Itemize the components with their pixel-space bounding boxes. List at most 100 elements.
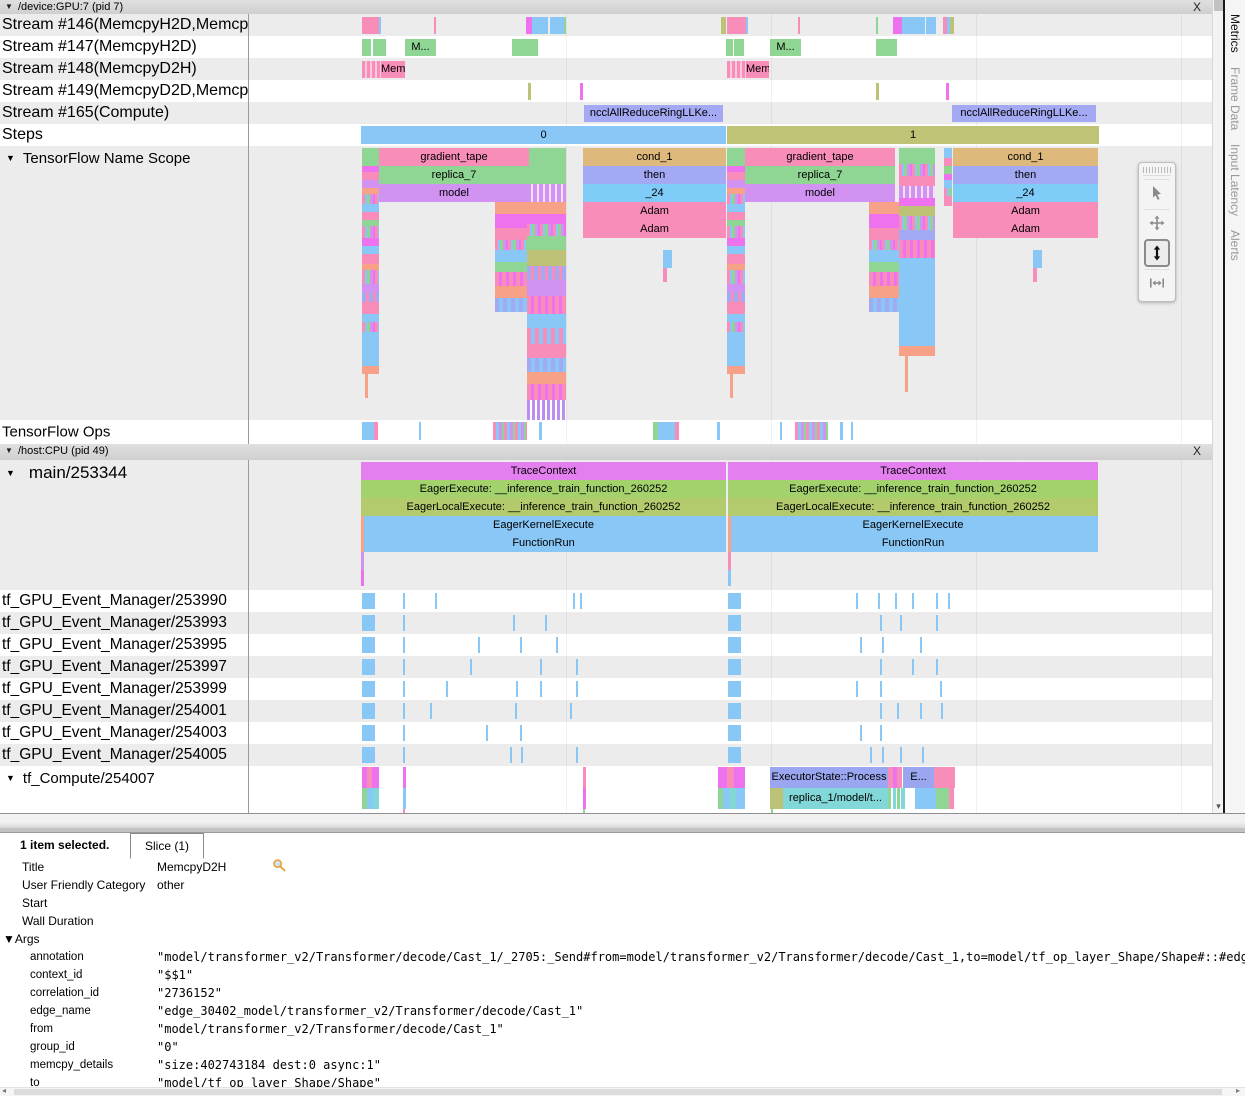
collapse-arrow-icon[interactable]: ▼: [6, 153, 15, 163]
trace-event[interactable]: [527, 344, 566, 358]
trace-event[interactable]: [540, 681, 542, 697]
trace-event[interactable]: [362, 194, 379, 204]
trace-event[interactable]: [403, 681, 405, 697]
trace-event[interactable]: [734, 767, 745, 788]
trace-event[interactable]: [576, 747, 578, 763]
trace-event[interactable]: [516, 681, 518, 697]
trace-event[interactable]: [663, 268, 667, 282]
palette-grip-handle[interactable]: [1143, 166, 1171, 176]
trace-event[interactable]: [729, 788, 736, 809]
trace-event-adam[interactable]: Adam: [953, 202, 1098, 220]
scroll-left-icon[interactable]: ◂: [2, 1086, 6, 1095]
trace-event[interactable]: [521, 747, 523, 763]
trace-event[interactable]: [912, 659, 914, 675]
section-header-host-cpu-pid-49[interactable]: ▼/host:CPU (pid 49)X: [0, 444, 1212, 461]
trace-event-replica-1-model-t[interactable]: replica_1/model/t...: [783, 788, 888, 809]
args-collapse-header[interactable]: ▼Args: [0, 930, 1245, 948]
trace-event[interactable]: [379, 17, 381, 34]
trace-event[interactable]: [493, 422, 527, 440]
trace-event[interactable]: [362, 366, 379, 374]
trace-event[interactable]: [949, 788, 954, 809]
trace-event[interactable]: [403, 615, 405, 631]
trace-event[interactable]: [527, 384, 566, 400]
trace-event[interactable]: [876, 83, 879, 100]
trace-event[interactable]: [435, 593, 437, 609]
trace-event-cond-1[interactable]: cond_1: [953, 148, 1098, 166]
trace-event[interactable]: [446, 681, 448, 697]
timeline-canvas[interactable]: ▼/device:GPU:7 (pid 7)XStream #146(Memcp…: [0, 0, 1212, 813]
trace-event[interactable]: [373, 788, 379, 809]
trace-event-tracecontext[interactable]: TraceContext: [361, 462, 726, 480]
tab-alerts[interactable]: Alerts: [1228, 230, 1242, 261]
trace-event-0[interactable]: 0: [361, 126, 726, 144]
trace-event[interactable]: [727, 284, 745, 292]
track-stream-146-memcpyh2d-memcp[interactable]: Stream #146(MemcpyH2D,Memcp: [0, 14, 1212, 36]
trace-event[interactable]: [527, 214, 566, 224]
trace-event[interactable]: [362, 681, 375, 697]
trace-event[interactable]: [372, 767, 379, 788]
trace-event[interactable]: [915, 788, 936, 809]
trace-event[interactable]: [728, 637, 741, 653]
trace-event[interactable]: [718, 767, 727, 788]
trace-event-e[interactable]: E...: [903, 767, 934, 788]
trace-event[interactable]: [362, 254, 379, 264]
trace-event[interactable]: [920, 703, 922, 719]
trace-event-then[interactable]: then: [953, 166, 1098, 184]
vertical-zoom-tool-button[interactable]: [1144, 239, 1170, 267]
trace-event-functionrun[interactable]: FunctionRun: [361, 534, 726, 552]
trace-event[interactable]: [527, 400, 566, 420]
track-label-tf-compute-254007[interactable]: ▼tf_Compute/254007: [6, 770, 155, 787]
trace-event[interactable]: [362, 292, 379, 302]
trace-event[interactable]: [941, 703, 943, 719]
trace-event[interactable]: [897, 788, 900, 809]
trace-event[interactable]: [362, 703, 375, 719]
trace-event[interactable]: [726, 39, 733, 56]
trace-event[interactable]: [905, 356, 908, 392]
trace-event[interactable]: [880, 725, 882, 741]
trace-event[interactable]: [580, 593, 582, 609]
track-main-253344[interactable]: TraceContextTraceContextEagerExecute: __…: [0, 460, 1212, 590]
trace-event[interactable]: [532, 17, 548, 34]
track-label-tensorflow-name-scope[interactable]: ▼TensorFlow Name Scope: [6, 150, 191, 167]
trace-event[interactable]: [876, 39, 897, 56]
trace-event[interactable]: [920, 637, 922, 653]
collapse-arrow-icon[interactable]: ▼: [5, 446, 13, 455]
trace-event[interactable]: [403, 637, 405, 653]
magnifier-search-icon[interactable]: [272, 858, 286, 877]
trace-event[interactable]: [362, 226, 379, 238]
trace-event[interactable]: [727, 302, 745, 314]
trace-event[interactable]: [946, 83, 949, 100]
trace-event[interactable]: [362, 615, 375, 631]
track-tensorflow-name-scope[interactable]: gradient_tapecond_1gradient_tapecond_1re…: [0, 146, 1212, 420]
section-header-device-gpu-7-pid-7[interactable]: ▼/device:GPU:7 (pid 7)X: [0, 0, 1212, 15]
trace-event[interactable]: [527, 328, 566, 344]
trace-event-eagerexecute-inference-train-function-260252[interactable]: EagerExecute: __inference_train_function…: [728, 480, 1098, 498]
trace-event[interactable]: [869, 298, 899, 312]
track-tf-gpu-event-manager-254005[interactable]: tf_GPU_Event_Manager/254005: [0, 744, 1212, 766]
track-tf-gpu-event-manager-253999[interactable]: tf_GPU_Event_Manager/253999: [0, 678, 1212, 700]
track-tf-gpu-event-manager-253997[interactable]: tf_GPU_Event_Manager/253997: [0, 656, 1212, 678]
trace-event[interactable]: [944, 196, 952, 206]
trace-event[interactable]: [899, 176, 935, 186]
track-tf-gpu-event-manager-254001[interactable]: tf_GPU_Event_Manager/254001: [0, 700, 1212, 722]
trace-event-24[interactable]: _24: [953, 184, 1098, 202]
horizontal-scrollbar-thumb[interactable]: [14, 1089, 1222, 1095]
trace-event[interactable]: [513, 615, 515, 631]
trace-event[interactable]: [430, 703, 432, 719]
trace-event[interactable]: [944, 188, 952, 196]
trace-event[interactable]: [869, 240, 899, 250]
trace-event[interactable]: [926, 17, 936, 34]
trace-event[interactable]: [362, 637, 375, 653]
trace-event[interactable]: [362, 238, 379, 246]
trace-event[interactable]: [527, 224, 566, 236]
trace-event[interactable]: [362, 246, 379, 254]
trace-event[interactable]: [527, 202, 566, 214]
trace-event[interactable]: [576, 659, 578, 675]
trace-event-model[interactable]: model: [379, 184, 529, 202]
trace-event[interactable]: [869, 214, 899, 228]
trace-event[interactable]: [869, 228, 899, 240]
trace-event[interactable]: [362, 204, 379, 212]
trace-event[interactable]: [851, 422, 853, 440]
track-tensorflow-ops[interactable]: TensorFlow Ops: [0, 420, 1212, 444]
trace-event[interactable]: [727, 314, 745, 322]
